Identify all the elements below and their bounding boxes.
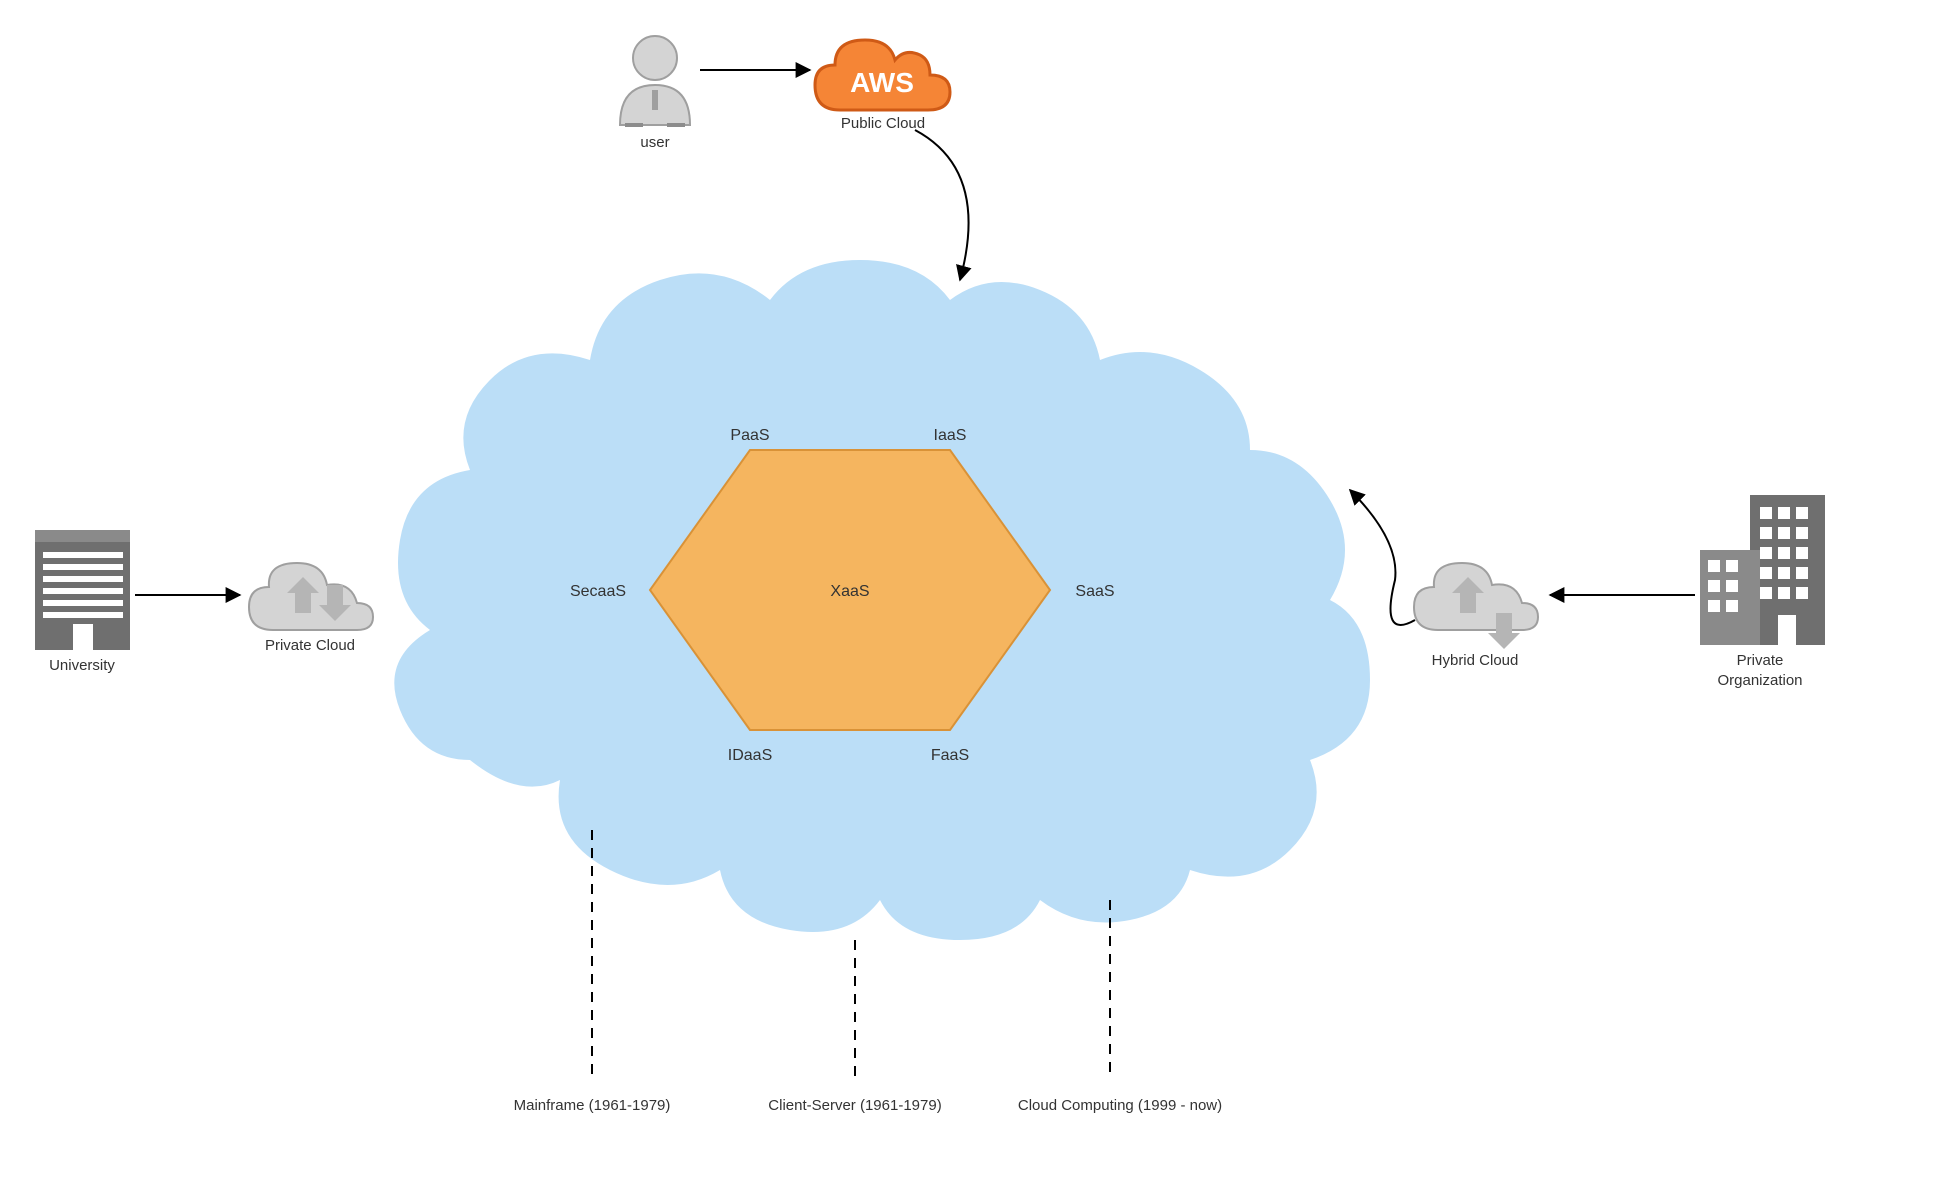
user-label: user (640, 134, 669, 151)
secaas-label: SecaaS (570, 583, 626, 600)
private-org-building-icon (1700, 495, 1825, 645)
aws-cloud-icon: AWS (815, 40, 950, 110)
private-cloud-icon (249, 563, 373, 630)
private-cloud-label: Private Cloud (265, 637, 355, 654)
saas-label: SaaS (1075, 583, 1114, 600)
private-org-label-1: Private (1737, 652, 1784, 669)
public-cloud-label: Public Cloud (841, 115, 925, 132)
arrow-hybrid-to-cloud (1350, 490, 1415, 625)
iaas-label: IaaS (934, 427, 967, 444)
hybrid-cloud-label: Hybrid Cloud (1432, 652, 1519, 669)
paas-label: PaaS (730, 427, 769, 444)
hybrid-cloud-icon (1414, 563, 1538, 649)
university-building-icon (35, 530, 130, 650)
arrow-aws-to-cloud (915, 130, 969, 280)
timeline-era-2: Client-Server (1961-1979) (768, 1097, 941, 1114)
timeline-era-3: Cloud Computing (1999 - now) (1018, 1097, 1222, 1114)
idaas-label: IDaaS (728, 747, 772, 764)
aws-text: AWS (850, 67, 914, 98)
timeline-era-1: Mainframe (1961-1979) (514, 1097, 671, 1114)
university-label: University (49, 657, 115, 674)
user-icon (620, 36, 690, 127)
faas-label: FaaS (931, 747, 969, 764)
private-org-label-2: Organization (1717, 672, 1802, 689)
xaas-label: XaaS (830, 583, 869, 600)
